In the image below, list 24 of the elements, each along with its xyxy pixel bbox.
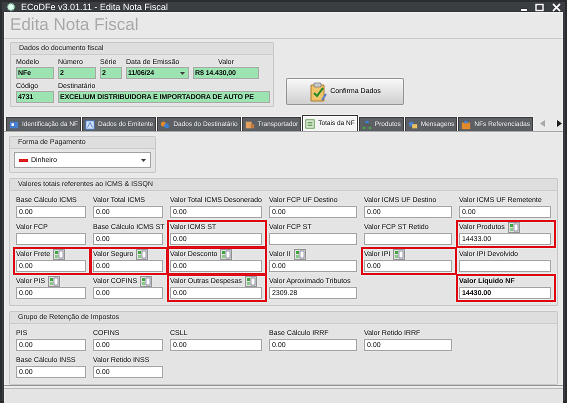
tab-icon xyxy=(362,120,372,130)
tab-icon xyxy=(244,120,255,130)
clipboard-check-icon xyxy=(309,82,328,102)
minimize-icon xyxy=(521,8,527,10)
page-heading: Edita Nota Fiscal xyxy=(4,12,563,39)
maximize-icon xyxy=(535,2,544,12)
tab-icon xyxy=(408,120,418,130)
gear-icon xyxy=(6,2,16,12)
dropdown-caret-icon xyxy=(180,72,185,74)
tab-icon xyxy=(85,120,96,130)
dropdown-caret-icon xyxy=(141,158,146,162)
text-field[interactable] xyxy=(459,260,551,272)
scroll-left-icon xyxy=(540,120,546,127)
text-field[interactable] xyxy=(364,233,452,245)
tab-icon xyxy=(160,120,170,130)
tab-icon xyxy=(9,120,19,130)
text-field[interactable] xyxy=(269,233,357,245)
close-icon xyxy=(552,2,561,12)
dash-icon xyxy=(19,158,28,162)
scroll-right-icon xyxy=(556,120,562,127)
text-field[interactable] xyxy=(16,233,86,245)
window-title: ECoDFe v3.01.11 - Edita Nota Fiscal xyxy=(21,2,168,12)
tab-icon xyxy=(305,118,316,128)
tab-icon xyxy=(461,120,472,130)
